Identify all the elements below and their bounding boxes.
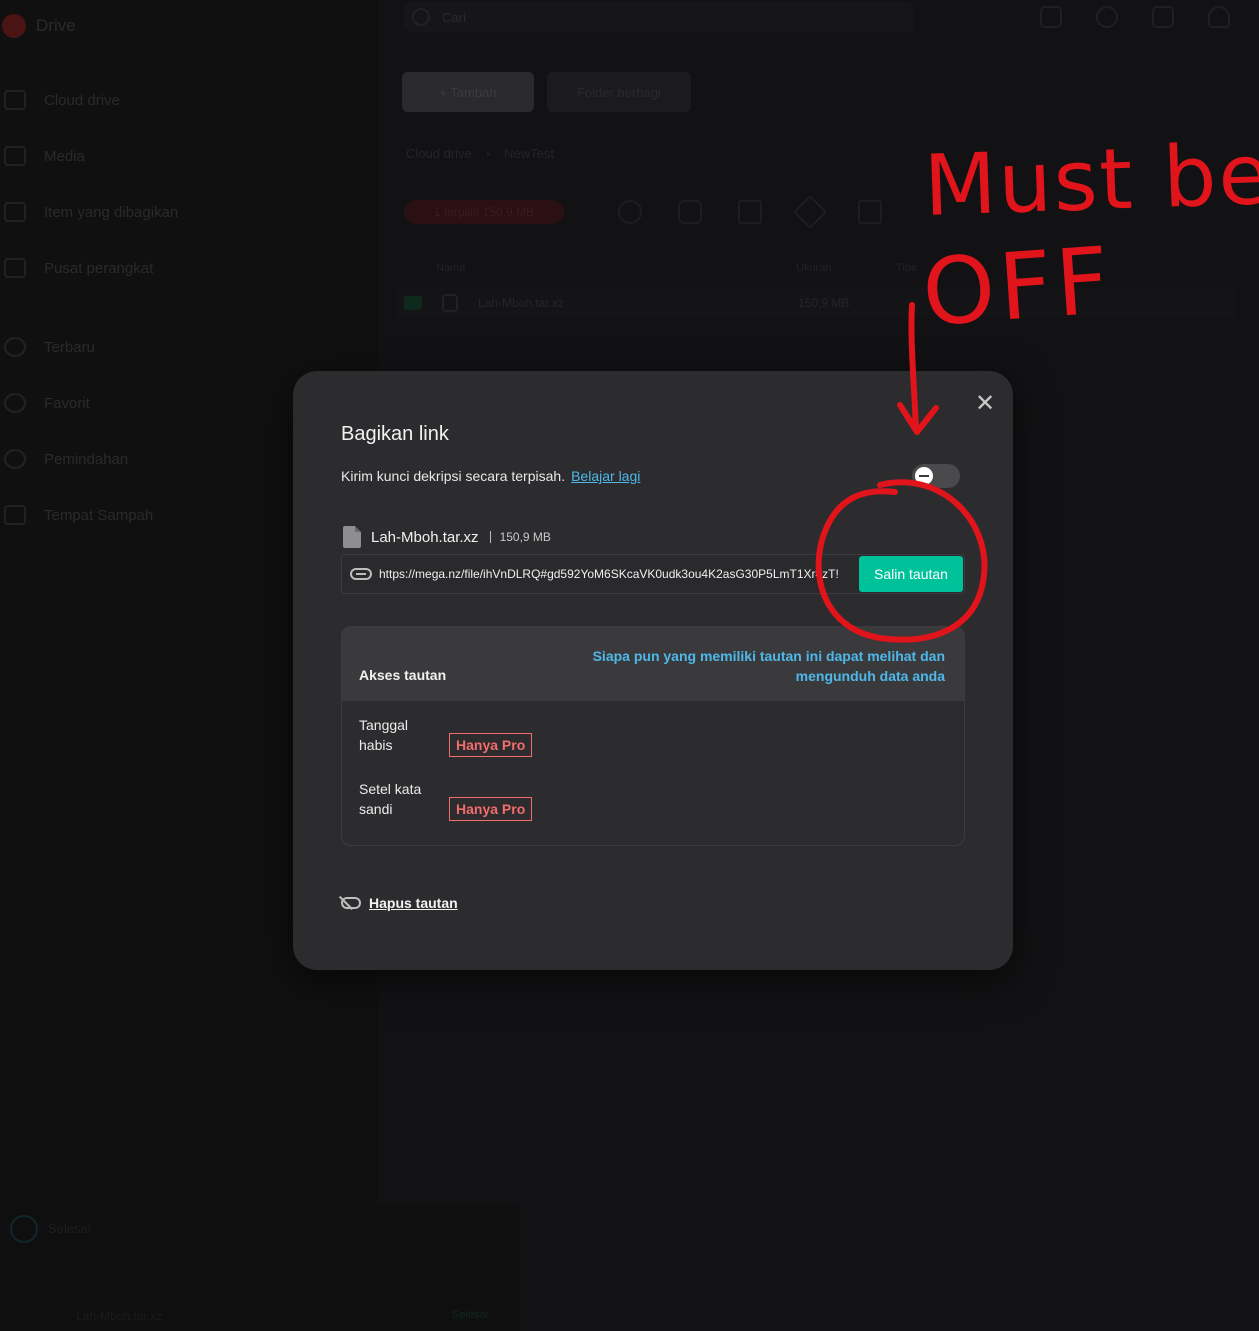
brand: Drive [0, 14, 76, 38]
grid-icon[interactable] [1040, 6, 1062, 28]
toggle-off-icon [915, 467, 933, 485]
password-pro-only-badge[interactable]: Hanya Pro [449, 797, 533, 821]
transfer-panel: Selesai Lah-Mboh.tar.xz Selesai [0, 1205, 520, 1331]
brand-name: Drive [36, 16, 76, 35]
decryption-key-toggle[interactable] [912, 464, 960, 488]
breadcrumb: Cloud drive › NewTest [406, 146, 554, 161]
sidebar-item-trash[interactable]: Tempat Sampah [4, 505, 153, 525]
link-access-note: Siapa pun yang memiliki tautan ini dapat… [592, 648, 945, 684]
file-size-cell: 150,9 MB [798, 296, 850, 310]
chat-icon[interactable] [1096, 6, 1118, 28]
divider [489, 531, 491, 543]
link-icon[interactable] [678, 200, 702, 224]
expiry-date-label: Tanggal habis [359, 717, 409, 753]
close-icon[interactable]: ✕ [974, 392, 996, 416]
link-field[interactable]: https://mega.nz/file/ihVnDLRQ#gd592YoM6S… [341, 554, 965, 594]
column-size[interactable]: Ukuran [796, 262, 896, 274]
transfer-status: Selesai [452, 1309, 489, 1321]
column-type[interactable]: Tipe [896, 262, 917, 274]
sidebar-item-transfers[interactable]: Pemindahan [4, 449, 128, 469]
file-icon [343, 526, 361, 548]
sidebar-item-device-centre[interactable]: Pusat perangkat [4, 258, 153, 278]
cloud-icon [4, 90, 26, 110]
contacts-icon[interactable] [1152, 6, 1174, 28]
download-icon[interactable] [618, 200, 642, 224]
decryption-key-label: Kirim kunci dekripsi secara terpisah. [341, 468, 566, 484]
add-button[interactable]: + Tambah [402, 72, 534, 112]
sidebar-item-shared[interactable]: Item yang dibagikan [4, 202, 178, 222]
selection-chip: 1 terpilih 150,9 MB [404, 200, 564, 224]
link-access-panel: Akses tautan Siapa pun yang memiliki tau… [341, 626, 965, 846]
clock-icon [4, 337, 26, 357]
file-name: Lah-Mboh.tar.xz [371, 528, 479, 546]
move-icon[interactable] [793, 195, 827, 229]
copy-link-button[interactable]: Salin tautan [859, 556, 963, 592]
unlink-icon [341, 897, 361, 909]
breadcrumb-root[interactable]: Cloud drive [406, 146, 472, 161]
sidebar-item-recent[interactable]: Terbaru [4, 337, 95, 357]
sidebar-item-favourites[interactable]: Favorit [4, 393, 90, 413]
decryption-key-option: Kirim kunci dekripsi secara terpisah. Bel… [341, 468, 640, 484]
transfer-file: Lah-Mboh.tar.xz [76, 1309, 163, 1323]
table-row[interactable]: Lah-Mboh.tar.xz 150,9 MB [396, 288, 1236, 318]
link-access-title: Akses tautan [359, 667, 447, 683]
file-icon [442, 294, 458, 312]
heart-icon [4, 393, 26, 413]
search-input[interactable]: Cari [404, 2, 914, 32]
share-link-dialog: ✕ Bagikan link Kirim kunci dekripsi seca… [293, 371, 1013, 970]
media-icon [4, 146, 26, 166]
trash-icon [4, 505, 26, 525]
expiry-pro-only-badge[interactable]: Hanya Pro [449, 733, 533, 757]
search-icon [412, 8, 430, 26]
file-size: 150,9 MB [499, 530, 551, 544]
bell-icon[interactable] [1208, 6, 1230, 28]
checkbox[interactable] [404, 296, 422, 310]
table-header: Nama Ukuran Tipe [436, 262, 1236, 274]
shared-folder-icon [4, 202, 26, 222]
device-icon [4, 258, 26, 278]
transfer-title: Selesai [48, 1221, 91, 1236]
learn-more-link[interactable]: Belajar lagi [571, 468, 640, 484]
delete-icon[interactable] [858, 200, 882, 224]
remove-link-button[interactable]: Hapus tautan [341, 895, 458, 911]
set-password-label: Setel kata sandi [359, 781, 422, 817]
remove-link-label: Hapus tautan [369, 895, 458, 911]
column-name[interactable]: Nama [436, 262, 796, 274]
link-icon [350, 568, 372, 580]
shared-folder-button[interactable]: Folder berbagi [547, 72, 691, 112]
transfer-icon [4, 449, 26, 469]
breadcrumb-separator: › [485, 146, 491, 161]
sidebar-item-cloud-drive[interactable]: Cloud drive [4, 90, 120, 110]
file-name-cell: Lah-Mboh.tar.xz [478, 296, 565, 310]
check-circle-icon [10, 1215, 38, 1243]
sidebar-item-media[interactable]: Media [4, 146, 85, 166]
breadcrumb-current: NewTest [504, 146, 554, 161]
link-access-header: Akses tautan Siapa pun yang memiliki tau… [342, 627, 964, 701]
edit-icon[interactable] [738, 200, 762, 224]
file-info: Lah-Mboh.tar.xz 150,9 MB [343, 526, 551, 548]
link-url[interactable]: https://mega.nz/file/ihVnDLRQ#gd592YoM6S… [379, 567, 859, 581]
mega-logo-icon [2, 14, 26, 38]
dialog-title: Bagikan link [341, 423, 449, 445]
